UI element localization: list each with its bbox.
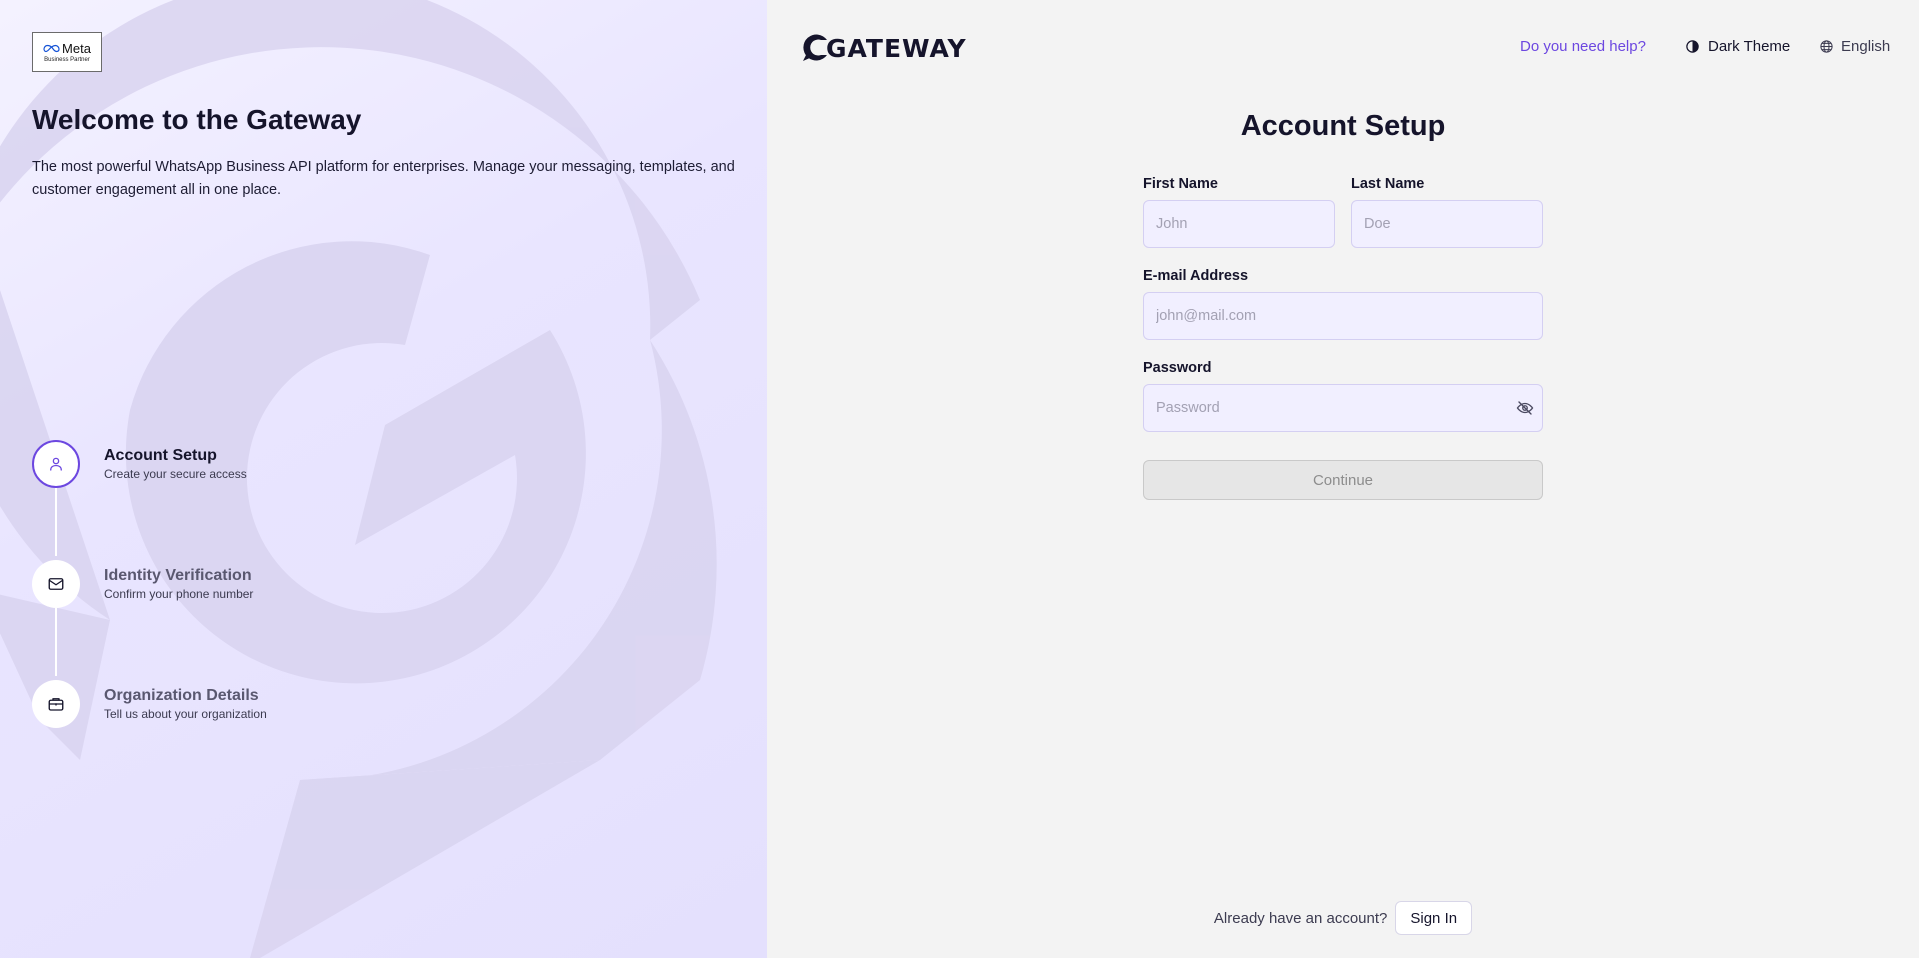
form-title: Account Setup <box>1240 110 1446 142</box>
help-link[interactable]: Do you need help? <box>1520 38 1646 55</box>
theme-toggle[interactable]: Dark Theme <box>1685 38 1790 55</box>
step-subtitle: Tell us about your organization <box>104 707 267 721</box>
contrast-icon <box>1686 40 1699 53</box>
gateway-wordmark: GATEWAY <box>826 33 967 63</box>
step-connector <box>55 488 57 556</box>
welcome-title: Welcome to the Gateway <box>32 104 362 135</box>
last-name-input[interactable] <box>1351 200 1543 248</box>
step-title: Account Setup <box>104 447 217 464</box>
account-setup-panel: GATEWAY Do you need help? Dark Theme Eng… <box>767 0 1919 958</box>
step-organization-details: Organization Details Tell us about your … <box>32 680 267 728</box>
continue-button[interactable]: Continue <box>1143 460 1543 500</box>
signin-question: Already have an account? <box>1213 909 1388 927</box>
mail-icon <box>48 578 64 590</box>
step-title: Identity Verification <box>104 567 252 584</box>
briefcase-icon <box>48 698 64 711</box>
eye-off-icon[interactable] <box>1516 400 1534 416</box>
step-connector <box>55 608 57 676</box>
step-subtitle: Confirm your phone number <box>104 587 254 601</box>
welcome-panel: Meta Business Partner Welcome to the Gat… <box>0 0 767 958</box>
first-name-label: First Name <box>1143 176 1218 192</box>
globe-icon <box>1820 40 1833 53</box>
step-identity-verification: Identity Verification Confirm your phone… <box>32 560 253 608</box>
first-name-input[interactable] <box>1143 200 1335 248</box>
step-circle <box>32 680 80 728</box>
step-title: Organization Details <box>104 687 259 704</box>
meta-infinity-icon <box>43 44 60 53</box>
sign-in-button[interactable]: Sign In <box>1395 901 1473 935</box>
email-label: E-mail Address <box>1143 268 1249 284</box>
gateway-logo[interactable]: GATEWAY <box>800 31 967 65</box>
step-account-setup: Account Setup Create your secure access <box>32 440 247 488</box>
theme-toggle-label: Dark Theme <box>1708 38 1791 55</box>
language-label: English <box>1841 38 1891 55</box>
email-input[interactable] <box>1143 292 1543 340</box>
step-subtitle: Create your secure access <box>104 467 247 481</box>
meta-partner-badge: Meta Business Partner <box>32 32 102 72</box>
meta-badge-brand: Meta <box>62 41 91 56</box>
meta-badge-sub: Business Partner <box>44 57 90 63</box>
user-icon <box>50 457 62 471</box>
password-input[interactable] <box>1143 384 1543 432</box>
welcome-description: The most powerful WhatsApp Business API … <box>32 159 735 198</box>
signin-row: Already have an account? Sign In <box>767 901 1919 935</box>
step-circle <box>32 560 80 608</box>
last-name-label: Last Name <box>1351 176 1425 192</box>
password-label: Password <box>1143 360 1212 376</box>
language-select[interactable]: English <box>1819 38 1890 55</box>
step-circle-active <box>32 440 80 488</box>
